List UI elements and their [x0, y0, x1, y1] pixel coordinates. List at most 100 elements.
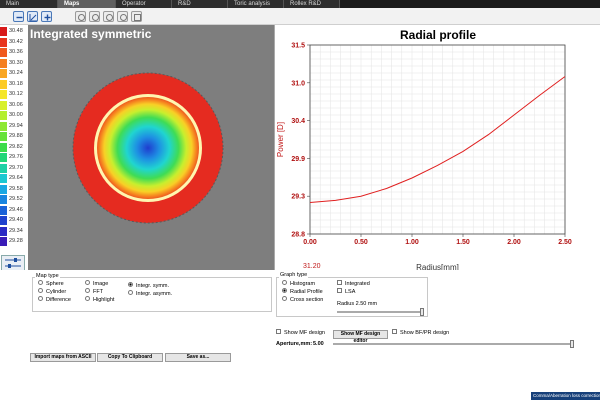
legend-entry: 29.40	[0, 216, 28, 225]
radial-profile-line	[309, 76, 566, 203]
legend-swatch	[0, 226, 7, 236]
x-tick-label: 1.00	[405, 239, 419, 246]
radio-cylinder[interactable]: Cylinder	[38, 288, 66, 296]
legend-value: 29.28	[9, 238, 23, 244]
aperture-slider-thumb[interactable]	[570, 340, 574, 348]
legend-value: 29.34	[9, 227, 23, 234]
save-as-button[interactable]: Save as...	[165, 353, 231, 362]
radio-image[interactable]: Image	[85, 280, 108, 288]
legend-entry: 30.24	[0, 69, 28, 78]
radio-fft[interactable]: FFT	[85, 288, 103, 296]
status-bar: Comma/Aberration loss correction MTF	[531, 392, 600, 400]
legend-entry: 30.18	[0, 79, 28, 89]
legend-entry: 29.70	[0, 163, 28, 173]
axis-icon[interactable]	[27, 11, 38, 22]
radio-radial-profile[interactable]: Radial Profile	[282, 288, 323, 296]
tool-icon-1[interactable]	[75, 11, 86, 22]
tab-toric-analysis[interactable]: Toric analysis	[228, 0, 284, 8]
legend-value: 29.88	[9, 133, 23, 139]
legend-value: 30.42	[9, 38, 23, 45]
settings-sliders-icon[interactable]	[1, 255, 25, 271]
tab-maps[interactable]: Maps	[58, 0, 116, 8]
legend-value: 30.30	[9, 59, 23, 66]
zoom-in-icon[interactable]	[41, 11, 52, 22]
legend-entry: 29.34	[0, 226, 28, 236]
legend-value: 29.46	[9, 206, 23, 213]
radio-histogram[interactable]: Histogram	[282, 280, 315, 288]
legend-entry: 29.52	[0, 195, 28, 204]
radio-difference[interactable]: Difference	[38, 296, 71, 304]
legend-entry: 30.06	[0, 100, 28, 110]
checkbox-lsa[interactable]: LSA	[337, 288, 355, 296]
legend-value: 29.76	[9, 154, 23, 160]
legend-swatch	[0, 48, 7, 57]
tab-main[interactable]: Main	[0, 0, 58, 8]
legend-value: 30.06	[9, 101, 23, 108]
x-axis-label: Radius[mm]	[416, 263, 459, 270]
legend-value: 30.18	[9, 80, 23, 87]
legend-swatch	[0, 132, 7, 141]
copy-to-clipboard-button[interactable]: Copy To Clipboard	[97, 353, 163, 362]
legend-swatch	[0, 174, 7, 183]
aperture-slider-track[interactable]	[333, 343, 573, 345]
legend-value: 29.70	[9, 164, 23, 171]
legend-value: 30.48	[9, 28, 23, 34]
profile-footer-value: 31.20	[303, 263, 321, 270]
map-type-label: Map type	[35, 273, 60, 279]
legend-entry: 30.12	[0, 90, 28, 99]
radio-highlight[interactable]: Highlight	[85, 296, 114, 304]
legend-entry: 29.82	[0, 142, 28, 152]
x-tick-label: 2.00	[507, 239, 521, 246]
legend-swatch	[0, 69, 7, 78]
legend-entry: 30.48	[0, 27, 28, 36]
legend-entry: 30.30	[0, 58, 28, 68]
legend-value: 29.40	[9, 217, 23, 223]
map-panel[interactable]: Integrated symmetric	[28, 25, 274, 270]
legend-value: 29.52	[9, 196, 23, 202]
tab-operator[interactable]: Operator	[116, 0, 172, 8]
legend-swatch	[0, 142, 7, 152]
y-tick-label: 31.5	[291, 43, 305, 50]
x-tick-label: 1.50	[456, 239, 470, 246]
color-scale-legend: 30.48 30.42 30.36 30.30 30.24 30.18 30.12 30.06…	[0, 25, 28, 255]
radio-sphere[interactable]: Sphere	[38, 280, 64, 288]
checkbox-show-mf-design[interactable]: Show MF design	[276, 329, 325, 337]
legend-value: 30.36	[9, 49, 23, 55]
radio-cross-section[interactable]: Cross section	[282, 296, 323, 304]
legend-value: 29.94	[9, 122, 23, 129]
legend-value: 29.64	[9, 175, 23, 181]
legend-value: 30.24	[9, 70, 23, 76]
checkbox-integrated[interactable]: Integrated	[337, 280, 370, 288]
show-mf-design-editor-button[interactable]: Show MF design editor	[333, 330, 388, 344]
tab-rollex-rnd[interactable]: Rollex R&D	[284, 0, 340, 8]
legend-entry: 30.36	[0, 48, 28, 57]
legend-swatch	[0, 90, 7, 99]
controls-panel: Map type Sphere Cylinder Difference Imag…	[0, 270, 600, 400]
legend-swatch	[0, 216, 7, 225]
legend-swatch	[0, 237, 7, 246]
legend-value: 30.00	[9, 112, 23, 118]
legend-value: 30.12	[9, 91, 23, 97]
zoom-out-icon[interactable]	[13, 11, 24, 22]
radio-integr-symm[interactable]: Integr. symm.	[128, 282, 169, 290]
legend-swatch	[0, 100, 7, 110]
legend-swatch	[0, 153, 7, 162]
tool-icon-3[interactable]	[103, 11, 114, 22]
legend-swatch	[0, 121, 7, 131]
y-tick-label: 29.9	[291, 156, 305, 163]
legend-entry: 29.46	[0, 205, 28, 215]
tool-icon-2[interactable]	[89, 11, 100, 22]
tab-rnd[interactable]: R&D	[172, 0, 228, 8]
radius-slider-track[interactable]	[337, 311, 424, 313]
legend-swatch	[0, 27, 7, 36]
import-maps-button[interactable]: Import maps from ASCII	[30, 353, 96, 362]
tool-icon-5[interactable]	[131, 11, 142, 22]
tool-icon-4[interactable]	[117, 11, 128, 22]
legend-entry: 29.94	[0, 121, 28, 131]
legend-entry: 29.76	[0, 153, 28, 162]
radio-integr-asymm[interactable]: Integr. asymm.	[128, 290, 172, 298]
legend-value: 29.82	[9, 143, 23, 150]
radius-slider-thumb[interactable]	[420, 308, 424, 316]
checkbox-show-bf-design[interactable]: Show BF/PR design	[392, 329, 449, 337]
tab-bar: Main Maps Operator R&D Toric analysis Ro…	[0, 0, 600, 8]
